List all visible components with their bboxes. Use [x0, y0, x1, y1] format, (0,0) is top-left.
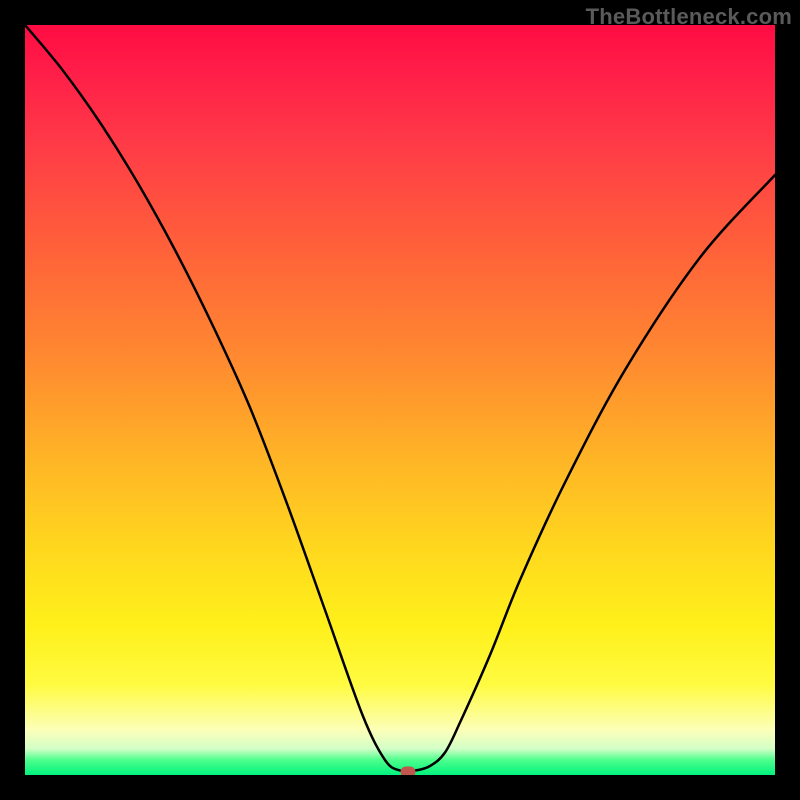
bottleneck-curve: [25, 25, 775, 775]
plot-area: [25, 25, 775, 775]
optimal-point-marker: [400, 767, 415, 776]
chart-frame: TheBottleneck.com: [0, 0, 800, 800]
